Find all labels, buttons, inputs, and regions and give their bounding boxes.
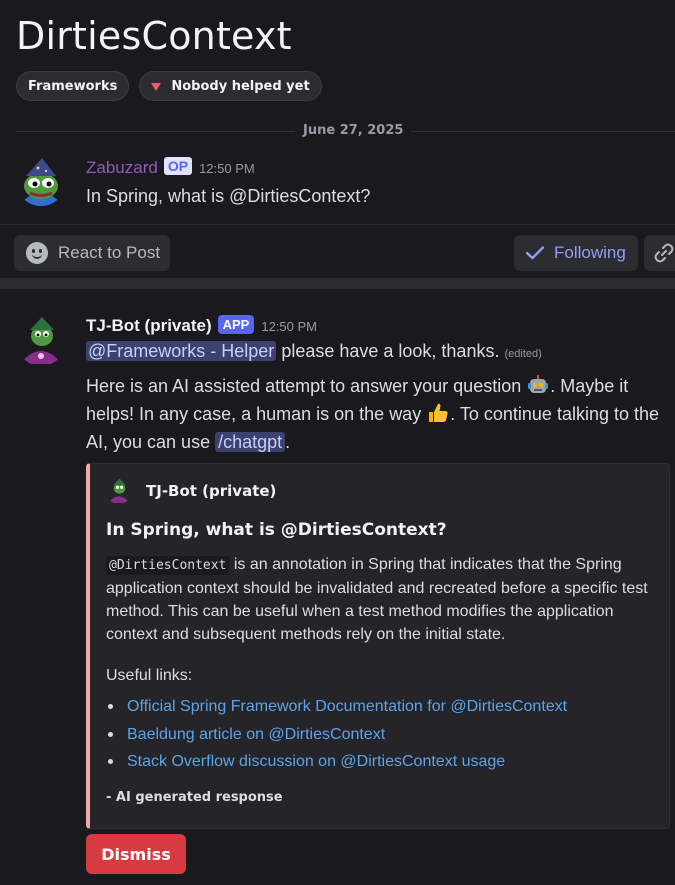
text-part: Here is an AI assisted attempt to answer… xyxy=(86,376,527,396)
embed-description: @DirtiesContext is an annotation in Spri… xyxy=(106,553,658,646)
edited-marker: (edited) xyxy=(504,348,542,360)
avatar[interactable] xyxy=(16,156,66,206)
tag-frameworks[interactable]: Frameworks xyxy=(16,71,130,101)
op-badge: OP xyxy=(163,157,193,175)
embed-title: In Spring, what is @DirtiesContext? xyxy=(106,520,447,540)
bullet-icon xyxy=(108,704,113,710)
tag-label: Nobody helped yet xyxy=(171,78,310,94)
section-separator xyxy=(0,278,675,289)
app-badge: APP xyxy=(217,315,255,334)
embed-author: TJ-Bot (private) xyxy=(106,478,276,504)
react-to-post-button[interactable]: React to Post xyxy=(14,235,170,271)
copy-link-button[interactable] xyxy=(644,235,675,271)
date-label: June 27, 2025 xyxy=(295,123,412,138)
tag-label: Frameworks xyxy=(28,78,118,94)
embed-footer: - AI generated response xyxy=(106,790,283,805)
thumbs-up-icon xyxy=(429,403,448,422)
smiley-icon xyxy=(26,242,48,264)
ai-response-embed: TJ-Bot (private) In Spring, what is @Dir… xyxy=(86,463,670,829)
useful-links-label: Useful links: xyxy=(106,667,193,684)
list-item: Baeldung article on @DirtiesContext xyxy=(106,721,567,749)
mention-suffix: please have a look, thanks. xyxy=(276,341,500,361)
author-name[interactable]: Zabuzard xyxy=(86,158,158,177)
message-text: In Spring, what is @DirtiesContext? xyxy=(86,186,371,206)
post-action-bar: React to Post Following xyxy=(0,224,675,278)
embed-author-name: TJ-Bot (private) xyxy=(146,482,277,500)
bot-mention-line: @Frameworks - Helper please have a look,… xyxy=(86,341,542,362)
react-label: React to Post xyxy=(58,243,161,262)
bot-message-text: Here is an AI assisted attempt to answer… xyxy=(86,372,671,456)
timestamp: 12:50 PM xyxy=(261,319,318,334)
link-stack-overflow[interactable]: Stack Overflow discussion on @DirtiesCon… xyxy=(127,748,505,776)
inline-code: @DirtiesContext xyxy=(106,556,230,575)
slash-command[interactable]: /chatgpt xyxy=(215,432,286,452)
bot-avatar[interactable] xyxy=(16,316,66,366)
dismiss-button[interactable]: Dismiss xyxy=(86,834,186,874)
following-label: Following xyxy=(554,243,626,262)
checkmark-icon xyxy=(526,246,544,260)
link-baeldung[interactable]: Baeldung article on @DirtiesContext xyxy=(127,721,385,749)
bullet-icon xyxy=(108,759,113,765)
link-spring-docs[interactable]: Official Spring Framework Documentation … xyxy=(127,693,567,721)
role-mention[interactable]: @Frameworks - Helper xyxy=(86,341,277,361)
links-list: Official Spring Framework Documentation … xyxy=(106,693,567,776)
tag-nobody-helped[interactable]: Nobody helped yet xyxy=(139,71,322,101)
thread-title: DirtiesContext xyxy=(16,14,292,58)
bullet-icon xyxy=(108,731,113,737)
tag-list: Frameworks Nobody helped yet xyxy=(16,71,322,101)
list-item: Official Spring Framework Documentation … xyxy=(106,693,567,721)
down-triangle-icon xyxy=(151,82,162,91)
link-icon xyxy=(654,243,674,263)
robot-face-icon xyxy=(528,375,549,393)
bot-author-name[interactable]: TJ-Bot (private) xyxy=(86,316,212,335)
following-button[interactable]: Following xyxy=(514,235,638,271)
list-item: Stack Overflow discussion on @DirtiesCon… xyxy=(106,748,567,776)
embed-author-avatar xyxy=(106,478,132,504)
timestamp: 12:50 PM xyxy=(199,161,255,176)
text-part: . xyxy=(285,432,291,452)
